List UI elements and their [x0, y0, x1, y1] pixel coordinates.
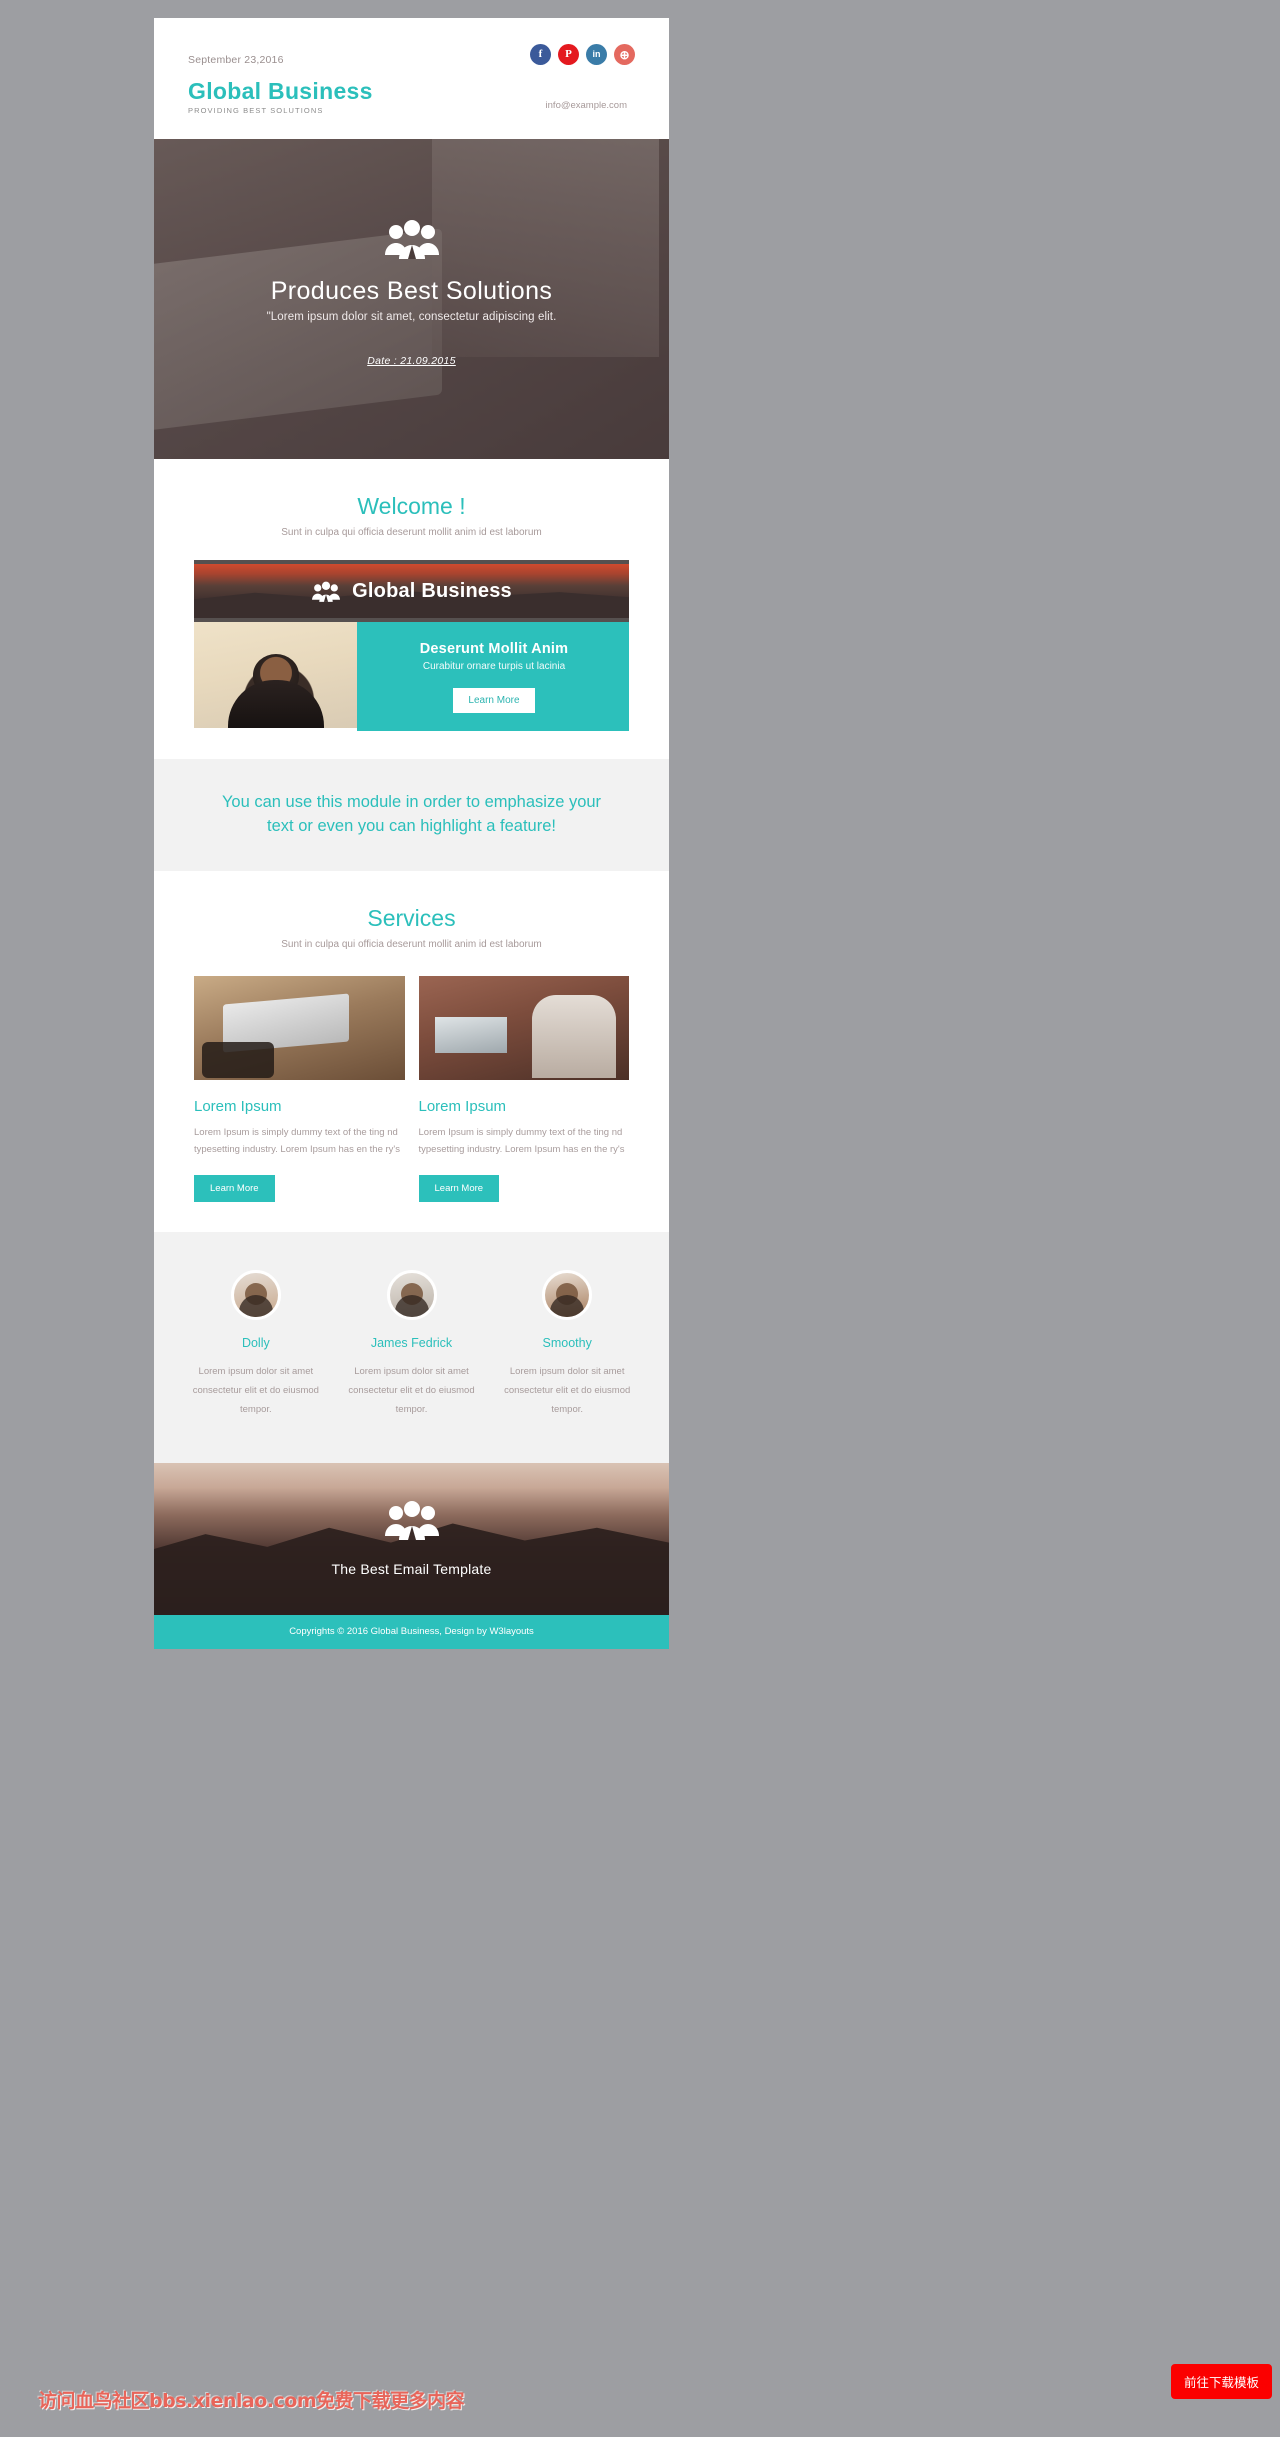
facebook-icon[interactable]: f: [530, 44, 551, 65]
logo-tagline: PROVIDING BEST SOLUTIONS: [188, 106, 324, 115]
people-group-icon: [384, 220, 439, 259]
linkedin-icon[interactable]: in: [586, 44, 607, 65]
footer-banner-content: The Best Email Template: [332, 1500, 492, 1577]
hero-date: Date : 21.09.2015: [367, 355, 456, 367]
welcome-subtitle: Sunt in culpa qui officia deserunt molli…: [281, 527, 542, 538]
services-section: Services Sunt in culpa qui officia deser…: [154, 870, 669, 1232]
pinterest-icon[interactable]: P: [558, 44, 579, 65]
card-description: Curabitur ornare turpis ut lacinia: [422, 661, 566, 672]
member-name: James Fedrick: [370, 1335, 453, 1350]
services-grid: Lorem Ipsum Lorem Ipsum is simply dummy …: [194, 975, 629, 1202]
card-banner: Global Business: [194, 560, 629, 622]
avatar: [230, 1269, 281, 1320]
avatar: [542, 1269, 593, 1320]
logo[interactable]: Global Business PROVIDING BEST SOLUTIONS: [188, 78, 373, 116]
card-portrait-image: [194, 622, 357, 728]
team-section: Dolly Lorem ipsum dolor sit amet consect…: [154, 1231, 669, 1463]
page-root: September 23,2016 f P in ⊕ Global Busine…: [0, 0, 1280, 2437]
member-description: Lorem ipsum dolor sit amet consectetur e…: [348, 1365, 475, 1415]
service-card: Lorem Ipsum Lorem Ipsum is simply dummy …: [418, 975, 629, 1202]
service-text: Lorem Ipsum is simply dummy text of the …: [418, 1126, 625, 1156]
service-learn-more-button[interactable]: Learn More: [194, 1174, 275, 1202]
card-learn-more-button[interactable]: Learn More: [453, 688, 535, 713]
service-heading: Lorem Ipsum: [194, 1097, 282, 1115]
download-template-button[interactable]: 前往下载模板: [1170, 2364, 1272, 2399]
hero-subtitle: "Lorem ipsum dolor sit amet, consectetur…: [266, 311, 557, 323]
card-text-panel: Deserunt Mollit Anim Curabitur ornare tu…: [357, 622, 629, 731]
card-heading: Deserunt Mollit Anim: [419, 641, 569, 657]
people-group-icon-small: [312, 581, 341, 602]
header-bottom-row: Global Business PROVIDING BEST SOLUTIONS…: [188, 78, 635, 116]
card-banner-content: Global Business: [311, 580, 512, 603]
contact-email[interactable]: info@example.com: [546, 100, 635, 115]
header-top-row: September 23,2016 f P in ⊕: [188, 44, 635, 66]
email-header: September 23,2016 f P in ⊕ Global Busine…: [154, 18, 669, 139]
avatar: [386, 1269, 437, 1320]
team-member: Dolly Lorem ipsum dolor sit amet consect…: [182, 1269, 330, 1419]
footer-title: The Best Email Template: [331, 1561, 492, 1578]
service-heading: Lorem Ipsum: [418, 1097, 507, 1115]
social-links: f P in ⊕: [530, 44, 635, 65]
service-learn-more-button[interactable]: Learn More: [418, 1174, 500, 1202]
watermark-text: 访问血鸟社区bbs.xienlao.com免费下载更多内容: [38, 2390, 465, 2412]
services-title: Services: [367, 904, 456, 931]
hero-title: Produces Best Solutions: [270, 277, 553, 305]
service-text: Lorem Ipsum is simply dummy text of the …: [194, 1126, 400, 1156]
services-subtitle: Sunt in culpa qui officia deserunt molli…: [281, 938, 542, 950]
team-member: James Fedrick Lorem ipsum dolor sit amet…: [338, 1269, 486, 1419]
hero-banner: Produces Best Solutions "Lorem ipsum dol…: [154, 139, 669, 459]
member-name: Smoothy: [542, 1335, 592, 1350]
email-template: September 23,2016 f P in ⊕ Global Busine…: [154, 18, 669, 1649]
welcome-section: Welcome ! Sunt in culpa qui officia dese…: [154, 459, 669, 731]
service-card: Lorem Ipsum Lorem Ipsum is simply dummy …: [194, 975, 405, 1202]
highlight-module: You can use this module in order to emph…: [154, 759, 669, 871]
welcome-title: Welcome !: [357, 493, 466, 519]
header-date: September 23,2016: [188, 54, 284, 66]
footer-banner: The Best Email Template: [154, 1462, 669, 1615]
team-member: Smoothy Lorem ipsum dolor sit amet conse…: [493, 1269, 641, 1419]
logo-title: Global Business: [188, 78, 373, 104]
highlight-text: You can use this module in order to emph…: [221, 793, 602, 835]
card-body: Deserunt Mollit Anim Curabitur ornare tu…: [194, 622, 629, 731]
people-group-icon-footer: [384, 1501, 439, 1541]
welcome-card: Global Business Deserunt Mollit Anim Cur…: [194, 560, 629, 731]
member-name: Dolly: [241, 1335, 270, 1350]
service-image: [418, 975, 629, 1080]
card-banner-title: Global Business: [352, 579, 512, 602]
member-description: Lorem ipsum dolor sit amet consectetur e…: [192, 1365, 319, 1415]
dribbble-icon[interactable]: ⊕: [614, 44, 635, 65]
copyright-bar: Copyrights © 2016 Global Business, Desig…: [154, 1614, 669, 1649]
service-image: [194, 975, 405, 1080]
member-description: Lorem ipsum dolor sit amet consectetur e…: [504, 1365, 631, 1415]
hero-content: Produces Best Solutions "Lorem ipsum dol…: [154, 139, 669, 459]
